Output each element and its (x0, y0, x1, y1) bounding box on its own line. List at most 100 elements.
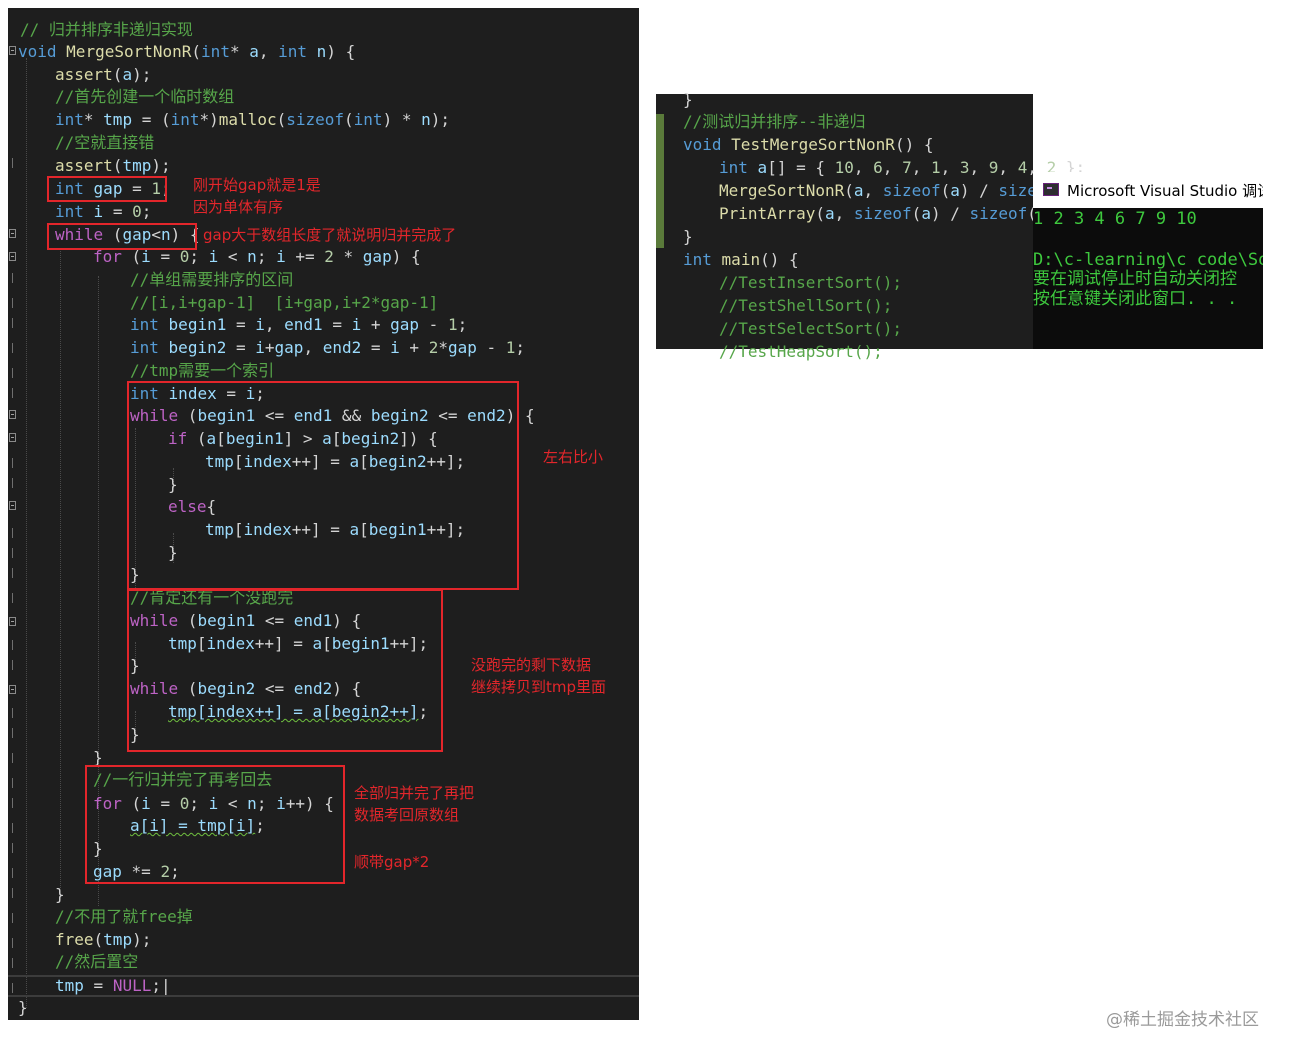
highlight-copy-back-block (85, 765, 345, 884)
code-line[interactable]: tmp = NULL;| (55, 976, 171, 996)
code-line[interactable]: int main() { (683, 250, 799, 270)
gutter-line-marker (12, 728, 13, 738)
code-line[interactable]: int a[] = { 10, 6, 7, 1, 3, 9, 4, 2 }; (719, 158, 1085, 178)
gutter-line-marker (12, 568, 13, 578)
gutter-line-marker (12, 273, 13, 283)
code-token: assert (55, 65, 113, 84)
code-token: 1 (447, 315, 458, 334)
code-token: ) { (391, 247, 421, 266)
code-line[interactable]: //tmp需要一个索引 (130, 361, 274, 381)
code-token: i (208, 247, 219, 266)
code-token: , (853, 158, 874, 177)
code-token: begin1 (168, 315, 227, 334)
gutter-line-marker (12, 298, 13, 308)
collapse-toggle-icon[interactable] (9, 410, 16, 419)
code-line[interactable]: int i = 0; (55, 202, 151, 222)
code-token: ; (515, 338, 526, 357)
gutter-line-marker (12, 593, 13, 603)
code-line[interactable]: //TestHeapSort(); (719, 342, 883, 362)
code-token: ); (132, 930, 152, 949)
code-token: begin2 (168, 338, 227, 357)
code-line[interactable]: void MergeSortNonR(int* a, int n) { (18, 42, 355, 62)
collapse-toggle-icon[interactable] (9, 229, 16, 238)
code-line[interactable]: //首先创建一个临时数组 (55, 87, 234, 107)
code-line[interactable]: //TestInsertSort(); (719, 273, 902, 293)
gutter-line-marker (12, 528, 13, 538)
code-token: i (276, 247, 286, 266)
code-line[interactable]: //[i,i+gap-1] [i+gap,i+2*gap-1] (130, 293, 438, 313)
code-token: a (950, 181, 960, 200)
code-line[interactable]: //不用了就free掉 (55, 907, 193, 927)
code-line[interactable]: //TestShellSort(); (719, 296, 892, 316)
gutter-line-marker (12, 958, 13, 968)
collapse-toggle-icon[interactable] (9, 617, 16, 626)
code-line[interactable]: //空就直接错 (55, 133, 154, 153)
code-token: n (247, 247, 257, 266)
console-message-1: 要在调试停止时自动关闭控 (1033, 269, 1237, 289)
console-title-bar[interactable]: Microsoft Visual Studio 调试 (1033, 172, 1263, 208)
console-output: 1 2 3 4 6 7 9 10 (1033, 209, 1197, 229)
gutter-line-marker (12, 778, 13, 788)
console-window[interactable]: Microsoft Visual Studio 调试 1 2 3 4 6 7 9… (1033, 172, 1263, 349)
code-line[interactable]: PrintArray(a, sizeof(a) / sizeof(a (719, 204, 1047, 224)
code-token: ( (276, 110, 287, 129)
code-token: PrintArray (719, 204, 816, 223)
code-token: ); (151, 156, 171, 175)
code-editor-right[interactable]: }//测试归并排序--非递归 void TestMergeSortNonR() {… (656, 90, 1085, 361)
code-token: ( (93, 930, 104, 949)
watermark: @稀土掘金技术社区 (1106, 1010, 1259, 1030)
code-line[interactable]: } (55, 885, 65, 905)
code-line[interactable]: int begin1 = i, end1 = i + gap - 1; (130, 315, 467, 335)
code-token: TestMergeSortNonR (731, 135, 895, 154)
collapse-toggle-icon[interactable] (9, 433, 16, 442)
code-line[interactable]: void TestMergeSortNonR() { (683, 135, 933, 155)
code-token: 10 (834, 158, 854, 177)
code-line[interactable]: assert(a); (55, 65, 151, 85)
console-message-2: 按任意键关闭此窗口. . . (1033, 289, 1238, 309)
gutter-line-marker (12, 843, 13, 853)
collapse-toggle-icon[interactable] (9, 501, 16, 510)
code-line[interactable]: //测试归并排序--非递归 (683, 112, 866, 132)
code-token: gap (390, 315, 420, 334)
code-token: void (683, 135, 722, 154)
collapse-toggle-icon[interactable] (9, 252, 16, 261)
code-token: = (361, 338, 391, 357)
code-line[interactable]: MergeSortNonR(a, sizeof(a) / sizeof (719, 181, 1056, 201)
code-token: 9 (988, 158, 999, 177)
code-token: sizeof (969, 204, 1028, 223)
code-token: int (55, 202, 84, 221)
gutter-line-marker (12, 343, 13, 353)
code-line[interactable]: //然后置空 (55, 952, 138, 972)
code-token: // 归并排序非递归实现 (20, 20, 193, 39)
code-line[interactable]: for (i = 0; i < n; i += 2 * gap) { (93, 247, 421, 267)
code-line[interactable]: int* tmp = (int*)malloc(sizeof(int) * n)… (55, 110, 450, 130)
code-line[interactable]: free(tmp); (55, 930, 151, 950)
code-token: i (93, 202, 104, 221)
annotation-copy-back-note: 全部归并完了再把 数据考回原数组 (354, 784, 475, 824)
code-token: i (351, 315, 362, 334)
collapse-toggle-icon[interactable] (9, 46, 16, 55)
code-token: malloc (218, 110, 277, 129)
code-token: 3 (959, 158, 970, 177)
code-token: int (719, 158, 748, 177)
code-line[interactable]: //单组需要排序的区间 (130, 270, 293, 290)
code-token: ) / (959, 181, 999, 200)
gutter-line-marker (12, 660, 13, 670)
collapse-toggle-icon[interactable] (9, 685, 16, 694)
annotation-while-note: gap大于数组长度了就说明归并完成了 (203, 226, 457, 244)
code-token: tmp (103, 930, 133, 949)
gutter-line-marker (12, 888, 13, 898)
code-line[interactable]: // 归并排序非递归实现 (20, 20, 193, 40)
code-line[interactable]: } (18, 998, 28, 1018)
code-token: [] = { (767, 158, 835, 177)
code-line[interactable]: } (683, 90, 693, 110)
code-line[interactable]: assert(tmp); (55, 156, 171, 176)
code-token: ( (940, 181, 951, 200)
scope-separator (8, 975, 639, 977)
code-line[interactable]: //TestSelectSort(); (719, 319, 902, 339)
code-line[interactable]: } (683, 227, 693, 247)
gutter-line-marker (12, 938, 13, 948)
code-line[interactable]: int begin2 = i+gap, end2 = i + 2*gap - 1… (130, 338, 525, 358)
